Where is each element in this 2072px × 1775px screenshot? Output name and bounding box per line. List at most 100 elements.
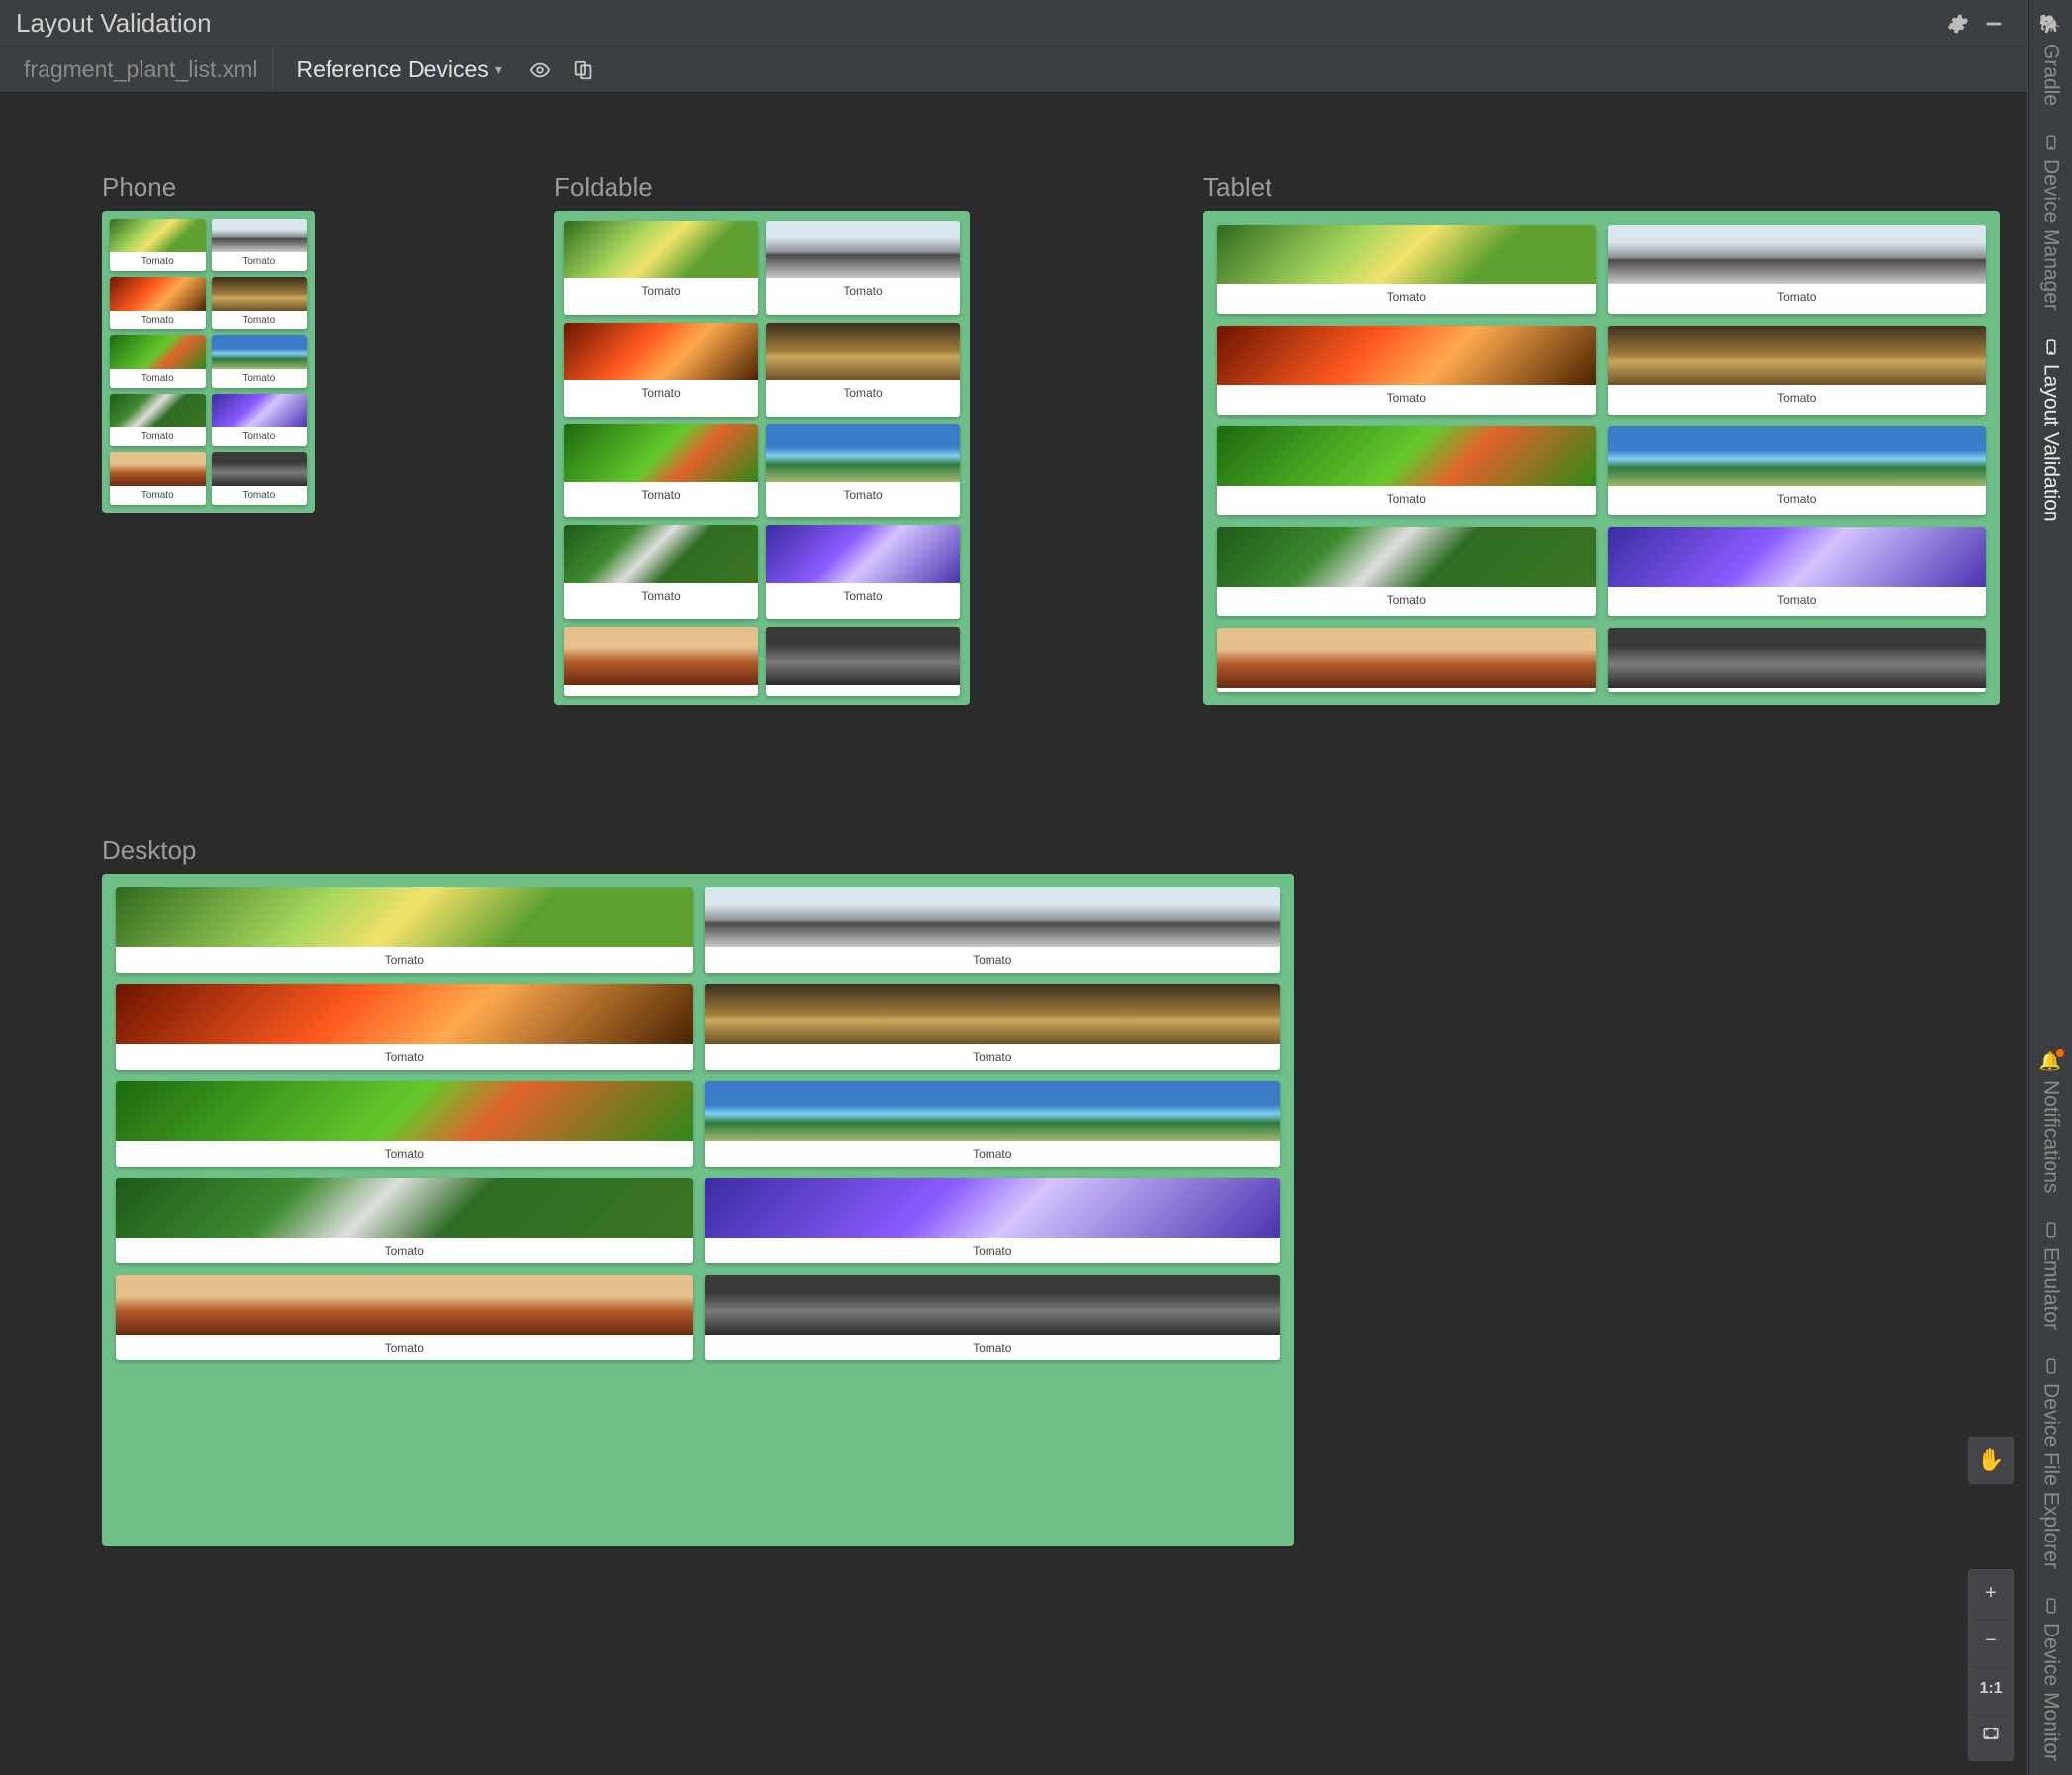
plant-card[interactable]: Tomato bbox=[766, 221, 960, 315]
plant-card[interactable]: Tomato bbox=[564, 424, 758, 518]
chevron-down-icon: ▾ bbox=[495, 61, 502, 78]
fit-screen-icon bbox=[1981, 1724, 2001, 1749]
emulator-icon bbox=[2040, 1221, 2061, 1239]
plant-card[interactable]: Tomato bbox=[110, 452, 206, 505]
hand-icon: ✋ bbox=[1977, 1448, 2004, 1473]
minimize-icon[interactable] bbox=[1976, 6, 2012, 42]
zoom-1to1-button[interactable]: 1:1 bbox=[1969, 1665, 2013, 1713]
tool-tab-label: Device Monitor bbox=[2039, 1623, 2063, 1761]
tool-tab-device-file-explorer[interactable]: Device File Explorer bbox=[2039, 1344, 2063, 1583]
multi-preview-icon[interactable] bbox=[569, 55, 599, 85]
plant-card-label: Tomato bbox=[766, 583, 960, 608]
plant-card[interactable]: Tomato bbox=[564, 627, 758, 696]
zoom-out-button[interactable]: − bbox=[1969, 1618, 2013, 1665]
plant-card[interactable]: Tomato bbox=[705, 984, 1281, 1070]
one-to-one-label: 1:1 bbox=[1979, 1680, 2002, 1698]
zoom-controls: + − 1:1 bbox=[1968, 1569, 2014, 1761]
tool-tab-label: Notifications bbox=[2039, 1080, 2063, 1193]
plant-card[interactable]: Tomato bbox=[1608, 426, 1987, 515]
plant-card-label: Tomato bbox=[564, 380, 758, 406]
plant-card[interactable]: Tomato bbox=[1608, 225, 1987, 314]
plant-card-label: Tomato bbox=[110, 369, 206, 388]
plant-card[interactable]: Tomato bbox=[110, 335, 206, 388]
plant-card[interactable]: Tomato bbox=[110, 219, 206, 271]
tool-tab-label: Device Manager bbox=[2039, 159, 2063, 311]
minus-icon: − bbox=[1985, 1630, 1997, 1652]
plant-card[interactable]: Tomato bbox=[705, 888, 1281, 973]
plant-card-label: Tomato bbox=[110, 427, 206, 446]
plant-card[interactable]: Tomato bbox=[1217, 527, 1596, 616]
plant-card[interactable]: Tomato bbox=[110, 394, 206, 446]
plant-card[interactable]: Tomato bbox=[116, 1178, 693, 1263]
tool-tab-layout-validation[interactable]: Layout Validation bbox=[2039, 325, 2063, 536]
tool-tab-emulator[interactable]: Emulator bbox=[2039, 1207, 2063, 1344]
plant-card-label: Tomato bbox=[212, 252, 308, 271]
tool-tab-device-monitor[interactable]: Device Monitor bbox=[2039, 1583, 2063, 1775]
tool-tab-notifications[interactable]: 🔔 Notifications bbox=[2039, 1037, 2063, 1207]
pan-tool-button[interactable]: ✋ bbox=[1968, 1437, 2014, 1484]
plant-card[interactable]: Tomato bbox=[110, 277, 206, 329]
plant-card[interactable]: Tomato bbox=[705, 1275, 1281, 1360]
plant-card-label: Tomato bbox=[212, 311, 308, 329]
plant-card-label: Tomato bbox=[766, 278, 960, 304]
plant-card-label: Tomato bbox=[766, 482, 960, 508]
plant-card-label: Tomato bbox=[766, 380, 960, 406]
plant-card[interactable]: Tomato bbox=[212, 277, 308, 329]
plant-card-label: Tomato bbox=[116, 1335, 693, 1360]
plant-card[interactable]: Tomato bbox=[1217, 426, 1596, 515]
plant-card-label: Tomato bbox=[1608, 587, 1987, 612]
plant-card-label: Tomato bbox=[1608, 486, 1987, 512]
plant-card[interactable]: Tomato bbox=[212, 452, 308, 505]
plant-card[interactable]: Tomato bbox=[212, 219, 308, 271]
plant-card[interactable]: Tomato bbox=[1608, 527, 1987, 616]
device-frame-desktop: Desktop Tomato Tomato Tomato Tomato Toma… bbox=[102, 835, 1294, 1546]
plant-card[interactable]: Tomato bbox=[116, 1275, 693, 1360]
plant-card-label: Tomato bbox=[212, 369, 308, 388]
plant-card[interactable]: Tomato bbox=[766, 424, 960, 518]
plant-card-label: Tomato bbox=[564, 278, 758, 304]
plant-card[interactable]: Tomato bbox=[212, 335, 308, 388]
tool-tab-label: Emulator bbox=[2039, 1247, 2063, 1330]
plant-card[interactable]: Tomato bbox=[1217, 628, 1596, 692]
plant-card[interactable]: Tomato bbox=[116, 888, 693, 973]
plant-card[interactable]: Tomato bbox=[1608, 628, 1987, 692]
plant-card[interactable]: Tomato bbox=[116, 1081, 693, 1167]
zoom-in-button[interactable]: + bbox=[1969, 1570, 2013, 1618]
plant-card-label: Tomato bbox=[705, 1335, 1281, 1360]
plant-card[interactable]: Tomato bbox=[212, 394, 308, 446]
plant-card[interactable]: Tomato bbox=[766, 627, 960, 696]
zoom-fit-button[interactable] bbox=[1969, 1713, 2013, 1760]
tool-tab-label: Gradle bbox=[2039, 44, 2063, 106]
plant-card-label: Tomato bbox=[116, 1044, 693, 1070]
plant-card[interactable]: Tomato bbox=[116, 984, 693, 1070]
plant-card[interactable]: Tomato bbox=[705, 1178, 1281, 1263]
plant-card[interactable]: Tomato bbox=[564, 323, 758, 417]
file-tab[interactable]: fragment_plant_list.xml bbox=[10, 47, 273, 92]
plant-card[interactable]: Tomato bbox=[1608, 326, 1987, 415]
plant-card-label: Tomato bbox=[564, 583, 758, 608]
tool-tab-gradle[interactable]: 🐘 Gradle bbox=[2039, 0, 2063, 120]
plant-card[interactable]: Tomato bbox=[766, 323, 960, 417]
tool-tab-label: Device File Explorer bbox=[2039, 1383, 2063, 1569]
visibility-toggle-icon[interactable] bbox=[525, 55, 555, 85]
plant-card-label: Tomato bbox=[116, 1238, 693, 1263]
reference-devices-dropdown[interactable]: Reference Devices ▾ bbox=[287, 56, 512, 83]
device-file-explorer-icon bbox=[2040, 1357, 2061, 1375]
plant-card-label: Tomato bbox=[1217, 385, 1596, 411]
plant-card[interactable]: Tomato bbox=[766, 525, 960, 619]
plant-card-label: Tomato bbox=[1608, 385, 1987, 411]
layout-canvas[interactable]: Phone Tomato Tomato Tomato Tomato Tomato… bbox=[0, 93, 2027, 1775]
tool-tab-device-manager[interactable]: Device Manager bbox=[2039, 120, 2063, 325]
plus-icon: + bbox=[1985, 1582, 1997, 1605]
plant-card-label: Tomato bbox=[705, 1141, 1281, 1167]
gear-icon[interactable] bbox=[1940, 6, 1976, 42]
plant-card[interactable]: Tomato bbox=[1217, 326, 1596, 415]
right-tool-rail: 🐘 Gradle Device Manager Layout Validatio… bbox=[2028, 0, 2072, 1775]
plant-card[interactable]: Tomato bbox=[1217, 225, 1596, 314]
device-label-desktop: Desktop bbox=[102, 835, 1294, 866]
tool-window-title: Layout Validation bbox=[16, 8, 212, 39]
tool-tab-label: Layout Validation bbox=[2039, 364, 2063, 522]
plant-card[interactable]: Tomato bbox=[564, 525, 758, 619]
plant-card[interactable]: Tomato bbox=[705, 1081, 1281, 1167]
plant-card[interactable]: Tomato bbox=[564, 221, 758, 315]
